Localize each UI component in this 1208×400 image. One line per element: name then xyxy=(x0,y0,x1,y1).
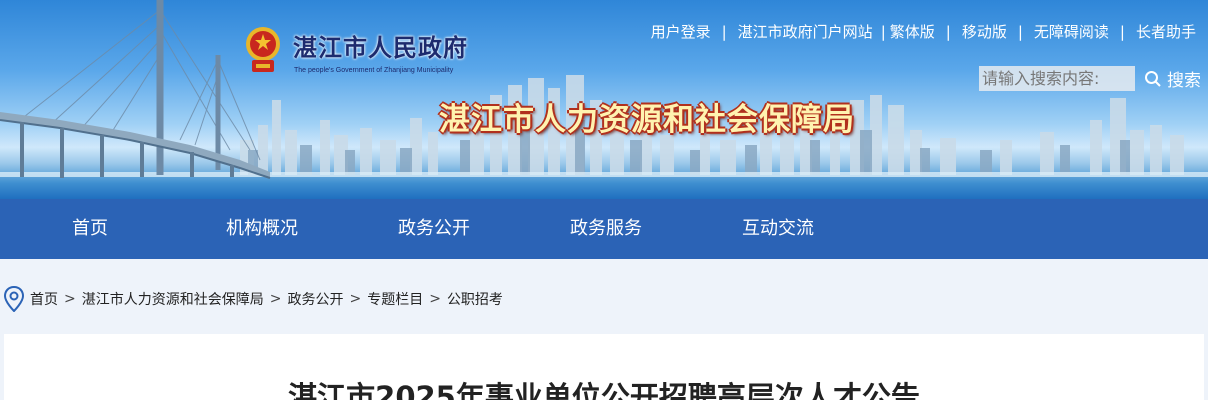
breadcrumb-home[interactable]: 首页 xyxy=(30,289,58,309)
breadcrumb-gov-affairs[interactable]: 政务公开 xyxy=(287,289,343,309)
main-nav: 首页 机构概况 政务公开 政务服务 互动交流 xyxy=(0,199,1208,259)
header-banner: 湛江市人民政府 The people's Government of Zhanj… xyxy=(0,0,1208,199)
elder-assistant-link[interactable]: 长者助手 xyxy=(1136,21,1196,42)
nav-item-interaction[interactable]: 互动交流 xyxy=(742,199,814,259)
nav-item-gov-affairs-open[interactable]: 政务公开 xyxy=(398,199,470,259)
traditional-chinese-link[interactable]: 繁体版 xyxy=(890,21,935,42)
breadcrumb-civil-exam[interactable]: 公职招考 xyxy=(447,289,503,309)
breadcrumb-special-column[interactable]: 专题栏目 xyxy=(367,289,423,309)
government-subtitle: The people's Government of Zhanjiang Mun… xyxy=(294,67,454,74)
top-links: 用户登录 | 湛江市政府门户网站 | 繁体版 | 移动版 | 无障碍阅读 | 长… xyxy=(651,21,1196,42)
nav-item-home[interactable]: 首页 xyxy=(72,199,108,259)
breadcrumb-separator: > xyxy=(269,291,282,307)
separator: | xyxy=(1017,22,1023,41)
search-icon xyxy=(1145,70,1161,87)
breadcrumb-separator: > xyxy=(429,291,441,307)
nav-item-gov-services[interactable]: 政务服务 xyxy=(570,199,642,259)
nav-item-organization[interactable]: 机构概况 xyxy=(226,199,298,259)
national-emblem-icon xyxy=(246,27,280,72)
separator: | xyxy=(880,22,886,41)
location-pin-icon xyxy=(4,286,24,312)
separator: | xyxy=(945,22,951,41)
mobile-version-link[interactable]: 移动版 xyxy=(962,21,1007,42)
separator: | xyxy=(1119,22,1125,41)
breadcrumb-bureau[interactable]: 湛江市人力资源和社会保障局 xyxy=(82,289,264,309)
search-input[interactable] xyxy=(979,66,1135,91)
government-name: 湛江市人民政府 xyxy=(293,33,468,62)
search-button-label: 搜索 xyxy=(1167,71,1201,91)
article-panel: 湛江市2025年事业单位公开招聘高层次人才公告 xyxy=(4,334,1204,400)
accessibility-link[interactable]: 无障碍阅读 xyxy=(1034,21,1109,42)
search-button[interactable]: 搜索 xyxy=(1144,66,1201,91)
search-bar: 搜索 xyxy=(979,66,1201,91)
gov-portal-link[interactable]: 湛江市政府门户网站 xyxy=(738,21,873,42)
article-title: 湛江市2025年事业单位公开招聘高层次人才公告 xyxy=(288,380,920,400)
separator: | xyxy=(721,22,727,41)
user-login-link[interactable]: 用户登录 xyxy=(651,21,711,42)
breadcrumb: 首页 > 湛江市人力资源和社会保障局 > 政务公开 > 专题栏目 > 公职招考 xyxy=(4,286,503,312)
breadcrumb-separator: > xyxy=(64,291,76,307)
breadcrumb-separator: > xyxy=(349,291,362,307)
bureau-title: 湛江市人力资源和社会保障局 xyxy=(439,102,855,138)
